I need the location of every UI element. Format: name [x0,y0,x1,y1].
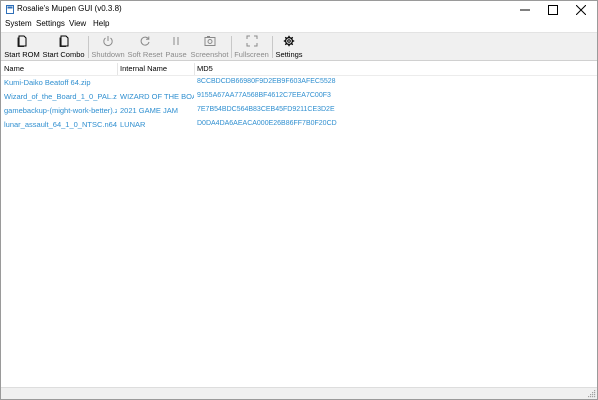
column-divider[interactable] [194,63,195,75]
maximize-button[interactable] [539,1,567,18]
settings-label: Settings [275,50,303,59]
table-row[interactable]: lunar_assault_64_1_0_NTSC.n64 LUNAR D0DA… [1,118,597,132]
menu-bar: System Settings View Help [1,18,597,31]
pause-label: Pause [165,50,187,59]
soft-reset-button[interactable]: Soft Reset [127,33,163,61]
toolbar-separator [231,36,232,58]
app-window-icon [6,5,14,14]
close-button[interactable] [567,1,595,18]
table-row[interactable]: Kumi-Daiko Beatoff 64.zip 8CCBDCDB66980F… [1,76,597,90]
rom-internal-name-cell: LUNAR [120,120,146,129]
menu-system[interactable]: System [3,19,34,28]
column-header-md5[interactable]: MD5 [197,64,213,73]
rom-name-cell: Kumi-Daiko Beatoff 64.zip [4,78,91,87]
fullscreen-icon [246,35,257,47]
rom-md5-cell: 7E7B54BDC564B83CEB45FD9211CE3D2E [197,106,335,113]
minimize-button[interactable] [511,1,539,18]
toolbar-separator [88,36,89,58]
menu-help[interactable]: Help [91,19,111,28]
fullscreen-label: Fullscreen [234,50,269,59]
reset-icon [140,36,150,46]
start-rom-button[interactable]: Start ROM [3,33,41,61]
rom-name-cell: Wizard_of_the_Board_1_0_PAL.z64 [4,92,117,101]
rom-md5-cell: 8CCBDCDB66980F9D2EB9F603AFEC5528 [197,78,336,85]
gear-icon [283,35,295,47]
rom-md5-cell: D0DA4DA6AEACA000E26B86FF7B0F20CD [197,120,337,127]
rom-internal-name-cell: WIZARD OF THE BOARD [120,92,194,101]
status-bar [1,387,597,399]
rom-name-cell: lunar_assault_64_1_0_NTSC.n64 [4,120,117,129]
soft-reset-label: Soft Reset [127,50,163,59]
resize-grip-icon[interactable] [587,389,596,398]
table-row[interactable]: Wizard_of_the_Board_1_0_PAL.z64 WIZARD O… [1,90,597,104]
pause-button[interactable]: Pause [164,33,188,61]
maximize-icon [548,4,558,15]
menu-view[interactable]: View [67,19,88,28]
shutdown-label: Shutdown [91,50,125,59]
pause-icon [173,37,179,45]
rom-internal-name-cell: 2021 GAME JAM [120,106,178,115]
screenshot-label: Screenshot [190,50,229,59]
file-icon [17,35,27,47]
toolbar: Start ROM Start Combo Shutdown Soft Rese… [1,32,597,61]
file-icon [59,35,68,47]
rom-name-cell: gamebackup-(might-work-better).z64 [4,106,117,115]
minimize-icon [520,9,530,10]
table-row[interactable]: gamebackup-(might-work-better).z64 2021 … [1,104,597,118]
power-icon [103,36,113,46]
start-combo-button[interactable]: Start Combo [42,33,85,61]
rom-list[interactable]: Name Internal Name MD5 Kumi-Daiko Beatof… [1,62,597,387]
column-header-internal-name[interactable]: Internal Name [120,64,167,73]
toolbar-separator [272,36,273,58]
column-divider[interactable] [117,63,118,75]
start-combo-label: Start Combo [42,50,85,59]
main-window: Rosalie's Mupen GUI (v0.3.8) System Sett… [0,0,598,400]
camera-icon [204,36,215,46]
close-icon [576,4,586,15]
title-bar[interactable]: Rosalie's Mupen GUI (v0.3.8) [1,1,597,18]
window-title: Rosalie's Mupen GUI (v0.3.8) [17,4,122,13]
rom-md5-cell: 9155A67AA77A568BF4612C7EEA7C00F3 [197,92,331,99]
column-header-name[interactable]: Name [4,64,24,73]
shutdown-button[interactable]: Shutdown [90,33,126,61]
fullscreen-button[interactable]: Fullscreen [233,33,270,61]
screenshot-button[interactable]: Screenshot [190,33,229,61]
start-rom-label: Start ROM [4,50,40,59]
settings-button[interactable]: Settings [274,33,304,61]
menu-settings[interactable]: Settings [34,19,67,28]
